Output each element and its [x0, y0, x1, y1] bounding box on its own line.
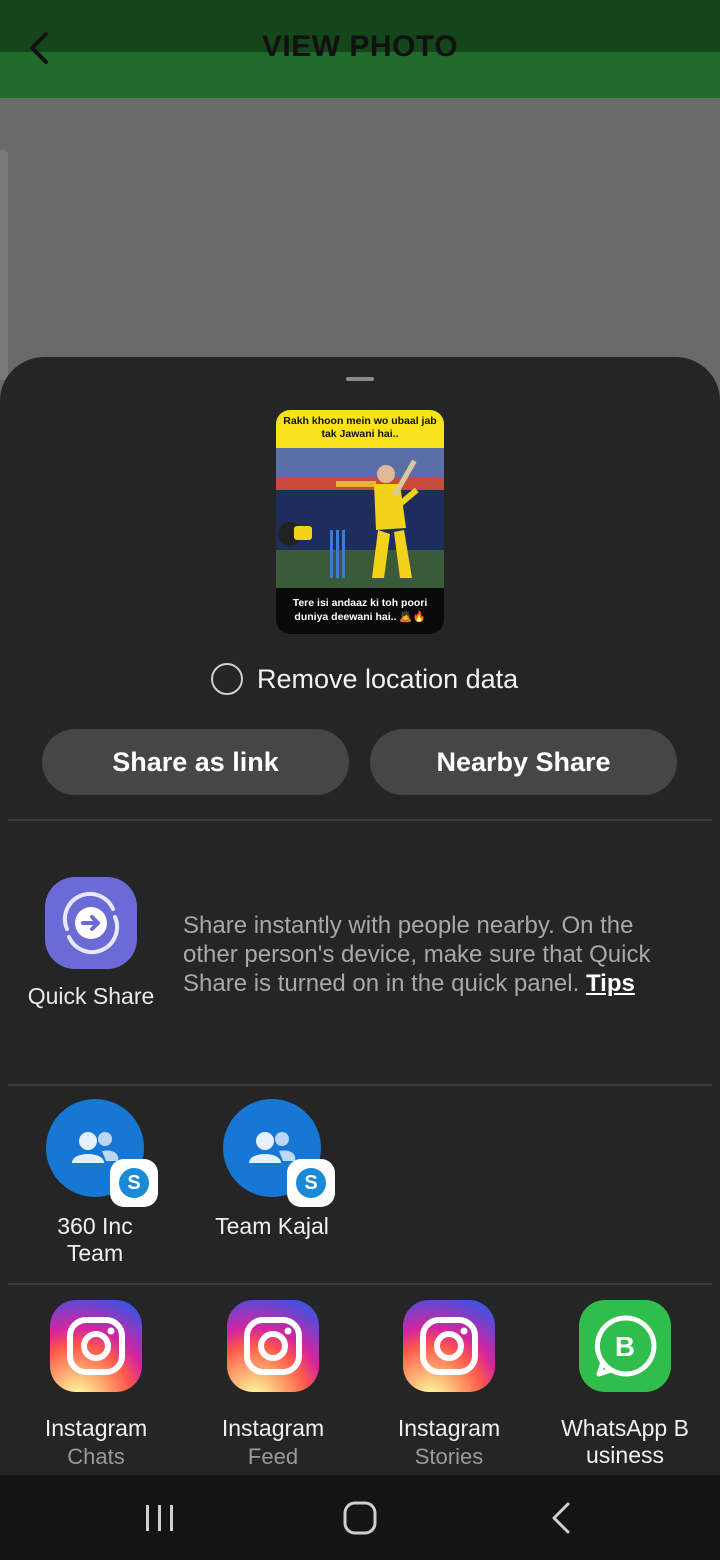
- tips-link[interactable]: Tips: [586, 970, 635, 997]
- contact-name: Team Kajal: [215, 1213, 329, 1239]
- quick-share-button[interactable]: [45, 877, 137, 969]
- remove-location-option[interactable]: Remove location data: [211, 660, 518, 698]
- quick-share-description-text: Share instantly with people nearby. On t…: [183, 912, 651, 997]
- app-sublabel: Chats: [67, 1444, 125, 1469]
- app-sublabel: Stories: [414, 1444, 484, 1469]
- skype-badge: S: [110, 1159, 158, 1207]
- sheet-grabber[interactable]: [346, 377, 374, 381]
- quick-share-description: Share instantly with people nearby. On t…: [183, 911, 683, 998]
- contact-team-kajal[interactable]: S Team Kajal: [192, 1099, 352, 1240]
- contact-name: 360 Inc Team: [57, 1213, 133, 1266]
- app-instagram-feed[interactable]: Instagram Feed: [188, 1300, 358, 1472]
- contact-avatar: S: [223, 1099, 335, 1207]
- instagram-icon: [227, 1300, 319, 1392]
- recents-icon[interactable]: [140, 1501, 180, 1535]
- app-label: Instagram: [397, 1415, 501, 1441]
- app-sublabel: usiness: [586, 1442, 664, 1468]
- skype-icon: S: [296, 1168, 326, 1198]
- photo-preview: Rakh khoon mein wo ubaal jab tak Jawani …: [276, 410, 444, 634]
- share-sheet: Rakh khoon mein wo ubaal jab tak Jawani …: [0, 357, 720, 1475]
- app-instagram-chats[interactable]: Instagram Chats: [11, 1300, 181, 1472]
- divider: [8, 1283, 712, 1285]
- contact-avatar: S: [46, 1099, 158, 1207]
- preview-bottom-caption: Tere isi andaaz ki toh poori duniya deew…: [276, 588, 444, 634]
- contact-360-inc-team[interactable]: S 360 Inc Team: [15, 1099, 175, 1267]
- app-label: Instagram: [221, 1415, 325, 1441]
- cricket-photo-image: [276, 448, 444, 588]
- instagram-icon: [50, 1300, 142, 1392]
- background-scroll-handle: [0, 150, 8, 380]
- skype-badge: S: [287, 1159, 335, 1207]
- app-label: WhatsApp B: [561, 1415, 689, 1441]
- quick-share-icon: [62, 891, 120, 955]
- quick-share-label: Quick Share: [27, 983, 155, 1009]
- app-instagram-stories[interactable]: Instagram Stories: [364, 1300, 534, 1472]
- system-nav-bar: [0, 1475, 720, 1560]
- svg-text:B: B: [615, 1331, 635, 1362]
- divider: [8, 819, 712, 821]
- app-sublabel: Feed: [247, 1444, 299, 1469]
- app-whatsapp-business[interactable]: B WhatsApp B usiness: [540, 1300, 710, 1468]
- skype-icon: S: [119, 1168, 149, 1198]
- preview-top-caption: Rakh khoon mein wo ubaal jab tak Jawani …: [276, 410, 444, 448]
- remove-location-radio[interactable]: [211, 663, 243, 695]
- instagram-icon: [403, 1300, 495, 1392]
- home-icon[interactable]: [340, 1501, 380, 1535]
- app-label: Instagram: [44, 1415, 148, 1441]
- divider: [8, 1084, 712, 1086]
- page-title: VIEW PHOTO: [261, 30, 459, 63]
- remove-location-label: Remove location data: [257, 663, 519, 694]
- back-icon[interactable]: [542, 1501, 582, 1535]
- share-as-link-button[interactable]: Share as link: [42, 729, 349, 795]
- nearby-share-button[interactable]: Nearby Share: [370, 729, 677, 795]
- app-bar: VIEW PHOTO: [0, 0, 720, 98]
- whatsapp-business-icon: B: [579, 1300, 671, 1392]
